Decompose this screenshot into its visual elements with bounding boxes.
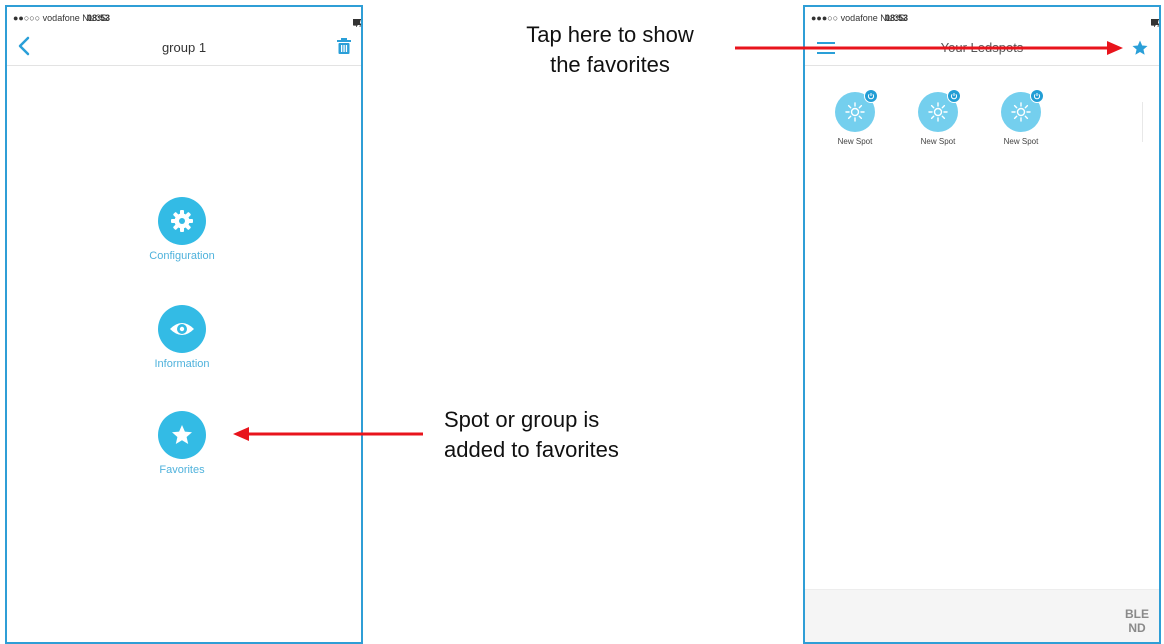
annotation-line: Tap here to show — [526, 22, 694, 47]
status-bar: ●●●○○ vodafone NL 3G 08:53 47% — [805, 7, 1159, 29]
page-title: group 1 — [161, 40, 207, 55]
spot-circle — [918, 89, 961, 132]
spot-circle — [835, 89, 878, 132]
status-time: 08:53 — [885, 13, 909, 23]
sun-icon — [928, 102, 948, 122]
trash-icon[interactable] — [337, 38, 351, 54]
blend-logo-icon: BLE ND — [1125, 607, 1149, 635]
configuration-circle — [158, 197, 206, 245]
spot-label: New Spot — [1003, 137, 1039, 146]
spot-label: New Spot — [920, 137, 956, 146]
sun-icon — [845, 102, 865, 122]
information-label: Information — [154, 358, 210, 370]
battery-icon — [353, 19, 361, 25]
logo-line-2: ND — [1128, 621, 1146, 635]
gear-icon — [171, 210, 193, 232]
annotation-added-to-favorites: Spot or group is added to favorites — [444, 405, 744, 465]
information-button[interactable]: Information — [127, 305, 237, 370]
status-time: 08:53 — [87, 13, 111, 23]
annotation-line: added to favorites — [444, 437, 619, 462]
power-badge-icon[interactable] — [947, 89, 961, 103]
spot-item[interactable]: New Spot — [908, 89, 968, 146]
spot-item[interactable]: New Spot — [991, 89, 1051, 146]
battery-icon — [1151, 19, 1159, 25]
status-bar: ●●○○○ vodafone NL 3G 08:53 47% — [7, 7, 361, 29]
right-phone-screen: ●●●○○ vodafone NL 3G 08:53 47% Your Leds… — [803, 5, 1161, 644]
arrow-to-favorites-button — [233, 427, 423, 441]
logo-line-1: BLE — [1125, 607, 1149, 621]
left-phone-screen: ●●○○○ vodafone NL 3G 08:53 47% group 1 — [5, 5, 363, 644]
spot-circle — [1001, 89, 1044, 132]
power-badge-icon[interactable] — [1030, 89, 1044, 103]
configuration-label: Configuration — [149, 250, 215, 262]
power-badge-icon[interactable] — [864, 89, 878, 103]
favorites-star-icon[interactable] — [1131, 39, 1149, 57]
sun-icon — [1011, 102, 1031, 122]
bottom-bar: BLE ND — [805, 589, 1159, 642]
favorites-button[interactable]: Favorites — [127, 411, 237, 476]
star-icon — [172, 425, 192, 444]
page-divider — [1142, 102, 1143, 142]
annotation-show-favorites: Tap here to show the favorites — [480, 20, 740, 80]
annotation-line: the favorites — [550, 52, 670, 77]
nav-bar: group 1 — [7, 27, 361, 66]
information-circle — [158, 305, 206, 353]
eye-icon — [170, 323, 194, 335]
favorites-label: Favorites — [159, 464, 205, 476]
spot-label: New Spot — [837, 137, 873, 146]
arrow-to-favorites-star — [735, 41, 1123, 55]
configuration-button[interactable]: Configuration — [127, 197, 237, 262]
favorites-circle — [158, 411, 206, 459]
annotation-line: Spot or group is — [444, 407, 600, 432]
spot-item[interactable]: New Spot — [825, 89, 885, 146]
